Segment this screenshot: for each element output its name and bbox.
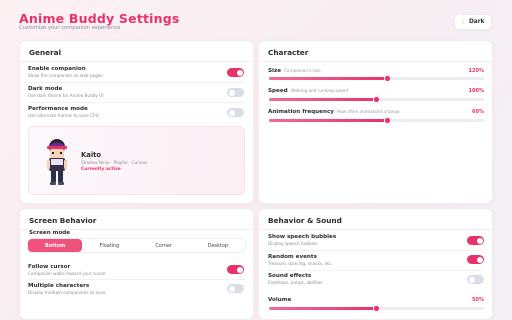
slider-fill (269, 77, 388, 80)
setting-description: Display multiple companions at once (28, 290, 106, 295)
volume-value: 50% (472, 297, 484, 303)
dark-theme-button[interactable]: ☾ Dark (454, 14, 492, 30)
setting-label: Follow cursor (28, 264, 71, 270)
screen-mode-selector: Bottom Floating Corner Desktop (27, 238, 246, 253)
screen-behavior-title: Screen Behavior (29, 216, 97, 225)
screen-behavior-card: Screen Behavior Screen mode Follow curso… (19, 208, 254, 320)
character-preview: Kaito Shadow Ninja · Playful · Curious C… (28, 126, 245, 195)
screen-mode-corner[interactable]: Corner (137, 239, 191, 252)
setting-description: Display speech bubbles (268, 241, 318, 246)
toggle-knob (236, 69, 243, 76)
divider (20, 61, 253, 62)
page-title: Anime Buddy Settings (19, 11, 180, 26)
speed-slider[interactable] (269, 96, 484, 103)
size-slider[interactable] (269, 75, 484, 82)
behavior-sound-card: Behavior & Sound Show speech bubbles Dis… (258, 208, 493, 320)
multiple-characters-toggle[interactable] (227, 284, 244, 293)
slider-description: Companion's size (284, 68, 321, 73)
performance-mode-toggle[interactable] (227, 108, 244, 117)
slider-description: How often animations change (336, 109, 400, 114)
divider (259, 229, 492, 230)
setting-description: Companion walks toward your cursor (28, 271, 106, 276)
animation-frequency-slider[interactable] (269, 117, 484, 124)
setting-label: Show speech bubbles (268, 234, 337, 240)
page-subtitle: Customize your companion experience (19, 25, 121, 31)
setting-label: Enable companion (28, 66, 86, 72)
slider-description: Walking and running speed (290, 88, 348, 93)
screen-mode-label: Screen mode (29, 230, 71, 236)
slider-label: Speed Walking and running speed (268, 88, 348, 94)
speech-bubbles-toggle[interactable] (467, 236, 484, 245)
theme-button-label: Dark (468, 19, 485, 25)
slider-label: Size Companion's size (268, 68, 321, 74)
screen-mode-desktop[interactable]: Desktop (191, 239, 245, 252)
row-separator (28, 102, 245, 103)
divider (259, 61, 492, 62)
slider-label: Animation frequency How often animations … (268, 109, 400, 115)
slider-fill (269, 98, 377, 101)
slider-thumb[interactable] (373, 96, 380, 103)
volume-slider[interactable] (269, 305, 484, 312)
setting-label: Dark mode (28, 86, 63, 92)
character-status: Currently active (81, 166, 121, 172)
slider-thumb[interactable] (373, 305, 380, 312)
toggle-knob (236, 266, 243, 273)
character-name: Kaito (81, 151, 102, 159)
setting-description: Treasure, dancing, snacks, etc. (268, 261, 333, 266)
general-title: General (29, 48, 62, 57)
setting-label: Multiple characters (28, 283, 90, 289)
volume-label: Volume (268, 297, 292, 303)
character-title: Character (268, 48, 309, 57)
random-events-toggle[interactable] (467, 255, 484, 264)
slider-fill (269, 119, 388, 122)
screen-mode-floating[interactable]: Floating (82, 239, 136, 252)
moon-icon: ☾ (461, 18, 467, 26)
character-card: Character Size Companion's size 120% Spee… (258, 40, 493, 204)
setting-description: Show the companion on web pages (28, 73, 103, 78)
row-separator (268, 250, 484, 251)
sound-effects-toggle[interactable] (467, 275, 484, 284)
slider-thumb[interactable] (384, 75, 391, 82)
toggle-knob (228, 285, 235, 292)
setting-label: Random events (268, 254, 317, 260)
toggle-knob (468, 276, 475, 283)
character-sprite (47, 139, 67, 185)
toggle-knob (228, 109, 235, 116)
row-separator (28, 279, 245, 280)
slider-thumb[interactable] (384, 117, 391, 124)
setting-description: Use alternate frames to save CPU (28, 113, 99, 118)
slider-fill (269, 307, 377, 310)
slider-name: Speed (268, 88, 288, 94)
setting-label: Sound effects (268, 273, 312, 279)
dark-mode-toggle[interactable] (227, 88, 244, 97)
slider-value: 120% (468, 68, 484, 74)
character-traits: Shadow Ninja · Playful · Curious (81, 160, 148, 165)
toggle-knob (476, 237, 483, 244)
row-separator (268, 270, 484, 271)
row-separator (28, 82, 245, 83)
toggle-knob (476, 256, 483, 263)
slider-value: 60% (472, 109, 484, 115)
follow-cursor-toggle[interactable] (227, 265, 244, 274)
screen-mode-bottom[interactable]: Bottom (28, 239, 83, 252)
enable-companion-toggle[interactable] (227, 68, 244, 77)
slider-value: 100% (468, 88, 484, 94)
toggle-knob (228, 89, 235, 96)
setting-description: Use dark theme for Anime Buddy UI (28, 93, 104, 98)
setting-label: Performance mode (28, 106, 88, 112)
behavior-sound-title: Behavior & Sound (268, 216, 342, 225)
setting-description: Footsteps, jumps, abilities (268, 280, 323, 285)
slider-name: Animation frequency (268, 109, 334, 115)
slider-name: Size (268, 68, 281, 74)
